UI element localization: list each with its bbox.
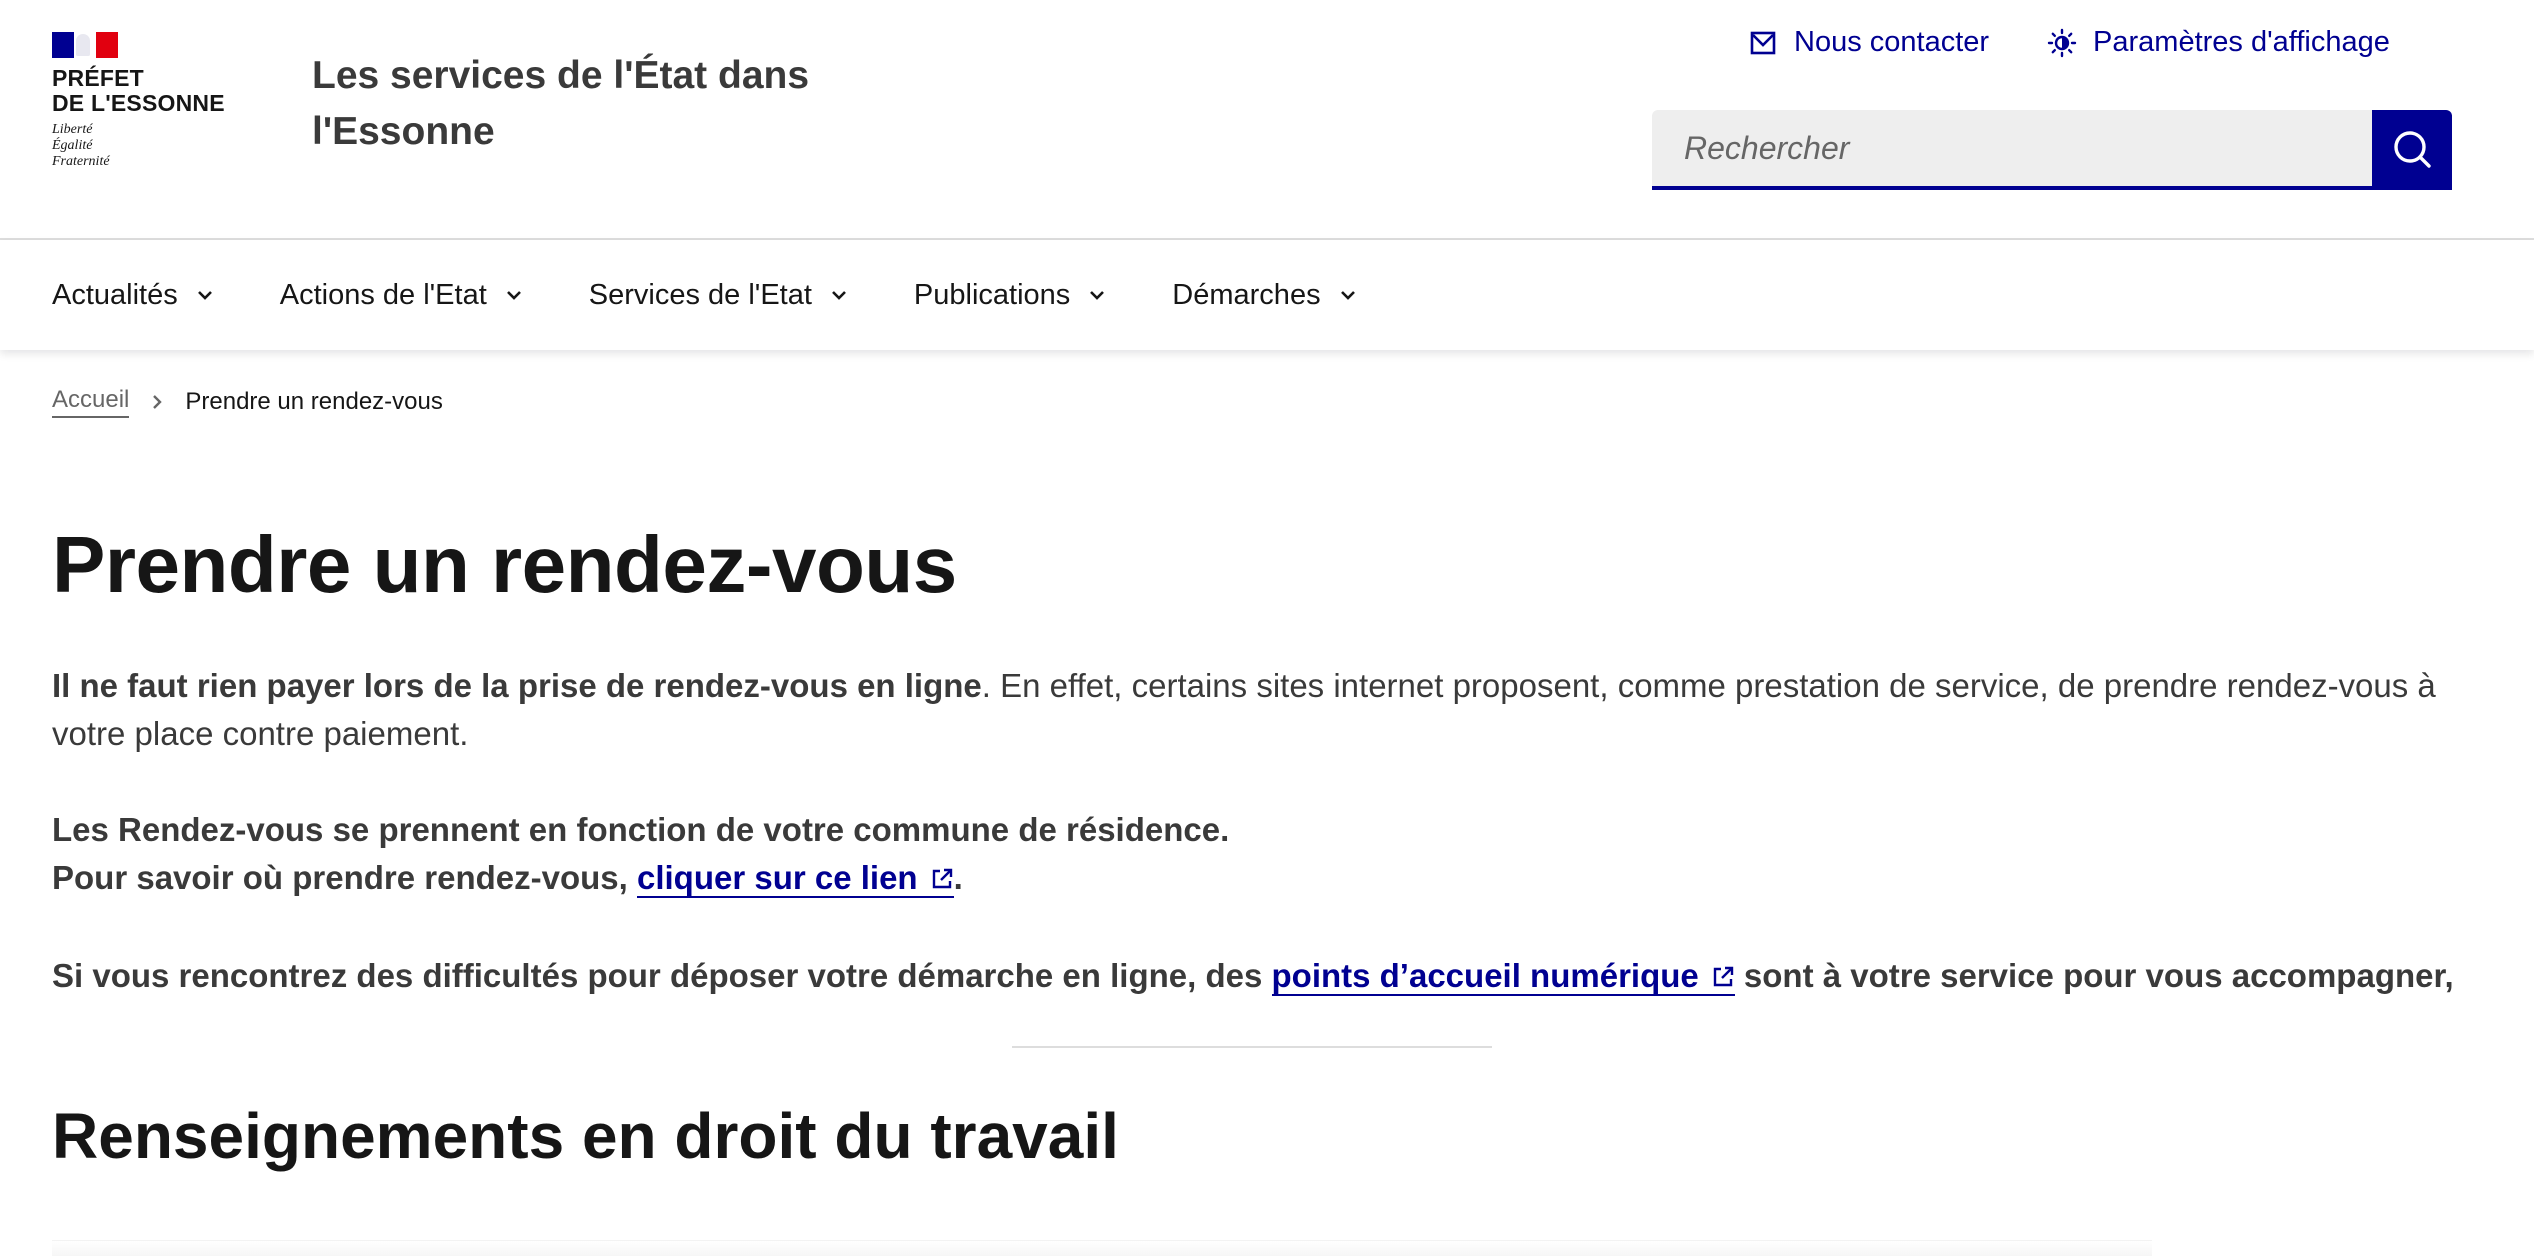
digital-help-points-link[interactable]: points d’accueil numérique: [1271, 957, 1735, 996]
help-paragraph: Si vous rencontrez des difficultés pour …: [52, 952, 2472, 1002]
external-link-icon: [930, 856, 954, 904]
page-title: Prendre un rendez-vous: [52, 520, 957, 609]
nav-item-label: Démarches: [1172, 278, 1321, 311]
breadcrumb-current: Prendre un rendez-vous: [185, 388, 443, 415]
logo-motto: Liberté Égalité Fraternité: [52, 122, 252, 170]
search-bar: [1652, 110, 2452, 190]
where-suffix: .: [953, 859, 963, 896]
nav-item-label: Actions de l'Etat: [279, 278, 487, 311]
external-link-icon: [1711, 954, 1735, 1002]
logo-name-line2: DE L'ESSONNE: [52, 90, 225, 116]
search-icon: [2391, 128, 2433, 173]
help-suffix: sont à votre service pour vous accompagn…: [1734, 957, 2454, 994]
motto-egalite: Égalité: [52, 138, 93, 153]
chevron-down-icon: [1088, 289, 1106, 301]
nav-item-services-etat[interactable]: Services de l'Etat: [589, 279, 848, 312]
prefecture-logo[interactable]: PRÉFET DE L'ESSONNE Liberté Égalité Frat…: [52, 32, 252, 170]
residence-line: Les Rendez-vous se prennent en fonction …: [52, 811, 1230, 848]
nav-item-label: Actualités: [52, 278, 178, 311]
header-tools: Nous contacter Paramètres d'affichage: [1748, 26, 2390, 59]
chevron-down-icon: [196, 289, 214, 301]
display-settings-label: Paramètres d'affichage: [2093, 26, 2390, 58]
motto-liberte: Liberté: [52, 122, 93, 137]
section-divider: [1012, 1046, 1492, 1048]
chevron-down-icon: [830, 289, 848, 301]
payment-warning-paragraph: Il ne faut rien payer lors de la prise d…: [52, 662, 2472, 758]
main-navigation: Actualités Actions de l'Etat Services de…: [0, 240, 2534, 350]
where-prefix: Pour savoir où prendre rendez-vous,: [52, 859, 637, 896]
nav-item-label: Services de l'Etat: [588, 278, 812, 311]
section-title-labor-law: Renseignements en droit du travail: [52, 1100, 1119, 1172]
display-settings-link[interactable]: Paramètres d'affichage: [2047, 26, 2390, 59]
residence-paragraph: Les Rendez-vous se prennent en fonction …: [52, 806, 2472, 904]
nav-item-actions-etat[interactable]: Actions de l'Etat: [280, 279, 523, 312]
appointment-location-link-label: cliquer sur ce lien: [636, 859, 918, 896]
logo-name: PRÉFET DE L'ESSONNE: [52, 66, 252, 116]
nav-item-publications[interactable]: Publications: [914, 279, 1106, 312]
contact-label: Nous contacter: [1794, 26, 1990, 58]
payment-warning-bold: Il ne faut rien payer lors de la prise d…: [52, 667, 982, 704]
help-prefix: Si vous rencontrez des difficultés pour …: [52, 957, 1272, 994]
logo-name-line1: PRÉFET: [52, 65, 144, 91]
nav-item-label: Publications: [913, 278, 1071, 311]
sun-contrast-icon: [2047, 28, 2077, 58]
chevron-right-icon: [151, 393, 163, 411]
mail-icon: [1748, 28, 1778, 58]
breadcrumb-home-link[interactable]: Accueil: [52, 386, 130, 418]
marianne-flag-icon: [52, 32, 118, 58]
chevron-down-icon: [505, 289, 523, 301]
site-header: PRÉFET DE L'ESSONNE Liberté Égalité Frat…: [0, 0, 2534, 240]
content-card-top-edge: [52, 1240, 2152, 1256]
nav-item-demarches[interactable]: Démarches: [1172, 279, 1356, 312]
nav-item-actualites[interactable]: Actualités: [52, 279, 214, 312]
search-input[interactable]: [1652, 110, 2372, 190]
breadcrumb: Accueil Prendre un rendez-vous: [52, 386, 443, 418]
site-title[interactable]: Les services de l'État dans l'Essonne: [312, 48, 872, 160]
page-content: Il ne faut rien payer lors de la prise d…: [52, 662, 2472, 1050]
search-button[interactable]: [2372, 110, 2452, 190]
chevron-down-icon: [1339, 289, 1357, 301]
digital-help-points-link-label: points d’accueil numérique: [1271, 957, 1699, 994]
contact-link[interactable]: Nous contacter: [1748, 26, 1989, 59]
motto-fraternite: Fraternité: [52, 154, 110, 169]
appointment-location-link[interactable]: cliquer sur ce lien: [636, 859, 954, 898]
